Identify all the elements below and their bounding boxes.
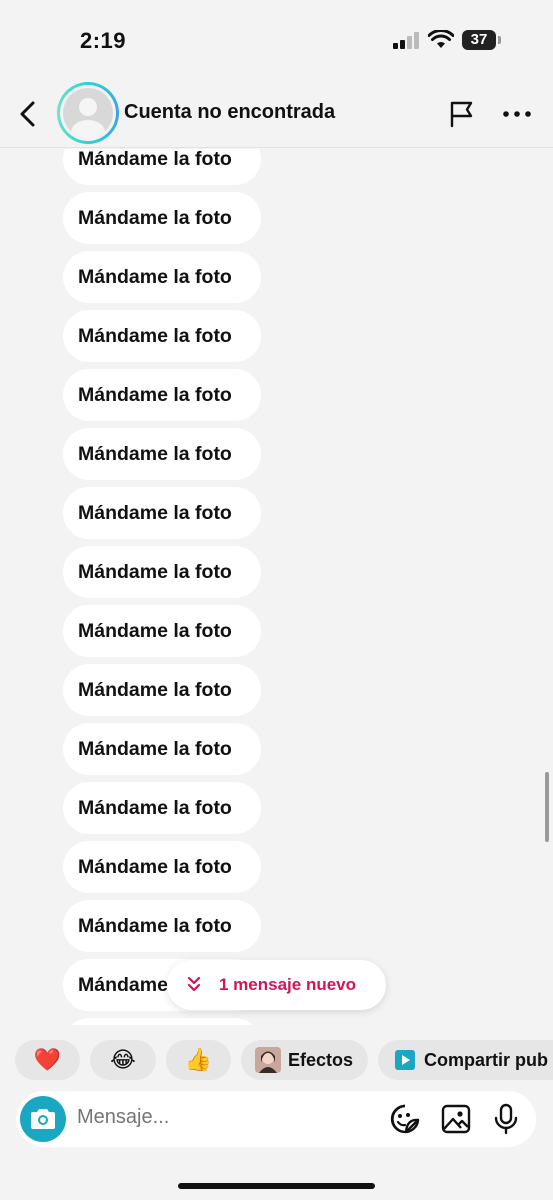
message-bubble[interactable]: Mándame la foto — [63, 369, 261, 421]
effects-thumbnail-icon — [255, 1047, 281, 1073]
message-bubble[interactable] — [63, 1018, 261, 1025]
message-thread[interactable]: Mándame la foto Mándame la foto Mándame la… — [0, 149, 553, 1025]
effects-label: Efectos — [288, 1049, 354, 1070]
share-post-button[interactable]: Compartir pub — [378, 1040, 553, 1080]
new-message-button[interactable]: 1 mensaje nuevo — [167, 960, 386, 1010]
more-dots-icon[interactable] — [502, 102, 532, 126]
camera-icon — [31, 1109, 55, 1129]
avatar-placeholder-icon — [63, 88, 113, 138]
new-message-label: 1 mensaje nuevo — [219, 975, 357, 994]
sticker-icon[interactable] — [389, 1103, 421, 1135]
message-composer — [16, 1091, 536, 1147]
message-bubble[interactable]: Mándame la foto — [63, 428, 261, 480]
quick-reactions-row: ❤️ 😂 👍 Efectos Compartir pub — [0, 1040, 553, 1082]
thumbs-up-emoji-icon: 👍 — [184, 1047, 213, 1072]
battery-icon: 37 — [462, 30, 496, 50]
message-bubble[interactable]: Mándame la foto — [63, 192, 261, 244]
scrollbar[interactable] — [545, 772, 549, 842]
share-play-icon — [395, 1050, 415, 1070]
laugh-emoji-icon: 😂 — [110, 1047, 136, 1072]
message-bubble[interactable]: Mándame la foto — [63, 900, 261, 952]
share-post-label: Compartir pub — [424, 1049, 548, 1070]
message-bubble[interactable]: Mándame la foto — [63, 782, 261, 834]
message-bubble[interactable]: Mándame la foto — [63, 841, 261, 893]
chat-header: Cuenta no encontrada — [0, 80, 553, 148]
heart-emoji-icon: ❤️ — [33, 1047, 62, 1072]
status-time: 2:19 — [80, 28, 127, 53]
status-bar: 2:19 37 — [0, 0, 553, 80]
double-chevron-down-icon — [187, 976, 201, 992]
wifi-icon — [428, 30, 454, 48]
reaction-heart-button[interactable]: ❤️ — [15, 1040, 80, 1080]
message-bubble[interactable]: Mándame la foto — [63, 605, 261, 657]
message-bubble[interactable]: Mándame la foto — [63, 664, 261, 716]
back-chevron-icon[interactable] — [14, 98, 42, 130]
message-bubble[interactable]: Mándame la foto — [63, 149, 261, 185]
effects-button[interactable]: Efectos — [241, 1040, 368, 1080]
signal-icon — [393, 31, 421, 49]
gallery-icon[interactable] — [440, 1103, 472, 1135]
camera-button[interactable] — [20, 1096, 66, 1142]
message-bubble[interactable]: Mándame la foto — [63, 546, 261, 598]
battery-tip — [498, 36, 501, 44]
reaction-thumbs-up-button[interactable]: 👍 — [166, 1040, 231, 1080]
home-indicator[interactable] — [178, 1183, 375, 1189]
reaction-laugh-button[interactable]: 😂 — [90, 1040, 156, 1080]
message-input[interactable] — [77, 1106, 377, 1129]
message-bubble[interactable]: Mándame la foto — [63, 251, 261, 303]
contact-name[interactable]: Cuenta no encontrada — [124, 101, 335, 124]
message-bubble[interactable]: Mándame la foto — [63, 487, 261, 539]
message-bubble[interactable]: Mándame la foto — [63, 310, 261, 362]
message-list: Mándame la foto Mándame la foto Mándame la… — [63, 149, 261, 1025]
message-bubble[interactable]: Mándame la foto — [63, 723, 261, 775]
flag-icon[interactable] — [447, 99, 477, 129]
avatar[interactable] — [57, 82, 119, 144]
microphone-icon[interactable] — [490, 1103, 522, 1135]
